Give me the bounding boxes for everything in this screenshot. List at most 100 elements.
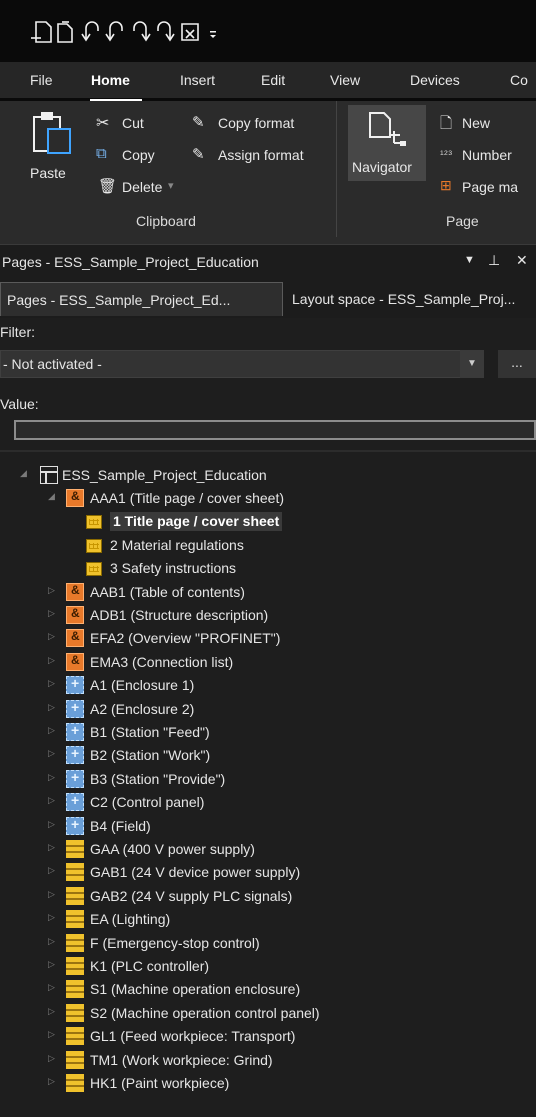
tree-node[interactable]: ▷ ADB1 (Structure description) <box>0 604 536 627</box>
new-page-icon[interactable] <box>31 21 52 43</box>
tree-node-label: S2 (Machine operation control panel) <box>90 1004 320 1021</box>
tree-node[interactable]: ▷ GAB2 (24 V supply PLC signals) <box>0 885 536 908</box>
tree-page-item[interactable]: 3 Safety instructions <box>0 557 536 580</box>
dropdown-icon[interactable]: ▼ <box>464 254 475 266</box>
tree-node[interactable]: ▷ S2 (Machine operation control panel) <box>0 1002 536 1025</box>
tree-page-item[interactable]: 1 Title page / cover sheet <box>0 510 536 533</box>
tree-node[interactable]: ▷ EMA3 (Connection list) <box>0 651 536 674</box>
pin-icon[interactable]: ⊥ <box>488 252 500 269</box>
filter-more-button[interactable]: ... <box>498 350 536 378</box>
expand-icon[interactable]: ▷ <box>48 772 58 783</box>
tree-node-label: F (Emergency-stop control) <box>90 934 260 951</box>
expand-icon[interactable]: ▷ <box>48 608 58 619</box>
paste-icon <box>33 112 71 154</box>
paste-button[interactable]: Paste <box>20 107 80 187</box>
group-divider <box>336 101 337 237</box>
navigator-icon <box>369 112 406 146</box>
trash-icon: 🗑 <box>98 178 118 195</box>
expand-icon[interactable]: ▷ <box>48 748 58 759</box>
tab-edit[interactable]: Edit <box>261 72 285 88</box>
tree-node[interactable]: ▷ GAB1 (24 V device power supply) <box>0 861 536 884</box>
tab-devices[interactable]: Devices <box>410 72 460 88</box>
function-yellow-icon <box>66 840 84 858</box>
tree-node[interactable]: ▷ B4 (Field) <box>0 815 536 838</box>
expand-icon[interactable]: ▷ <box>48 585 58 596</box>
tree-node[interactable]: ▷ B1 (Station "Feed") <box>0 721 536 744</box>
tree-node[interactable]: ▷ C2 (Control panel) <box>0 791 536 814</box>
tree-node[interactable]: ▷ AAB1 (Table of contents) <box>0 581 536 604</box>
copy-format-button[interactable]: ✎ Copy format <box>192 113 332 135</box>
tree-node[interactable]: ▷ A1 (Enclosure 1) <box>0 674 536 697</box>
collapse-icon[interactable]: ◢ <box>48 491 58 502</box>
tree-node[interactable]: ▷ TM1 (Work workpiece: Grind) <box>0 1049 536 1072</box>
new-page-button[interactable]: 🗋 New <box>440 113 536 135</box>
tree-node[interactable]: ▷ S1 (Machine operation enclosure) <box>0 978 536 1001</box>
redo-icon[interactable] <box>133 21 151 42</box>
tree-node[interactable]: ▷ GL1 (Feed workpiece: Transport) <box>0 1025 536 1048</box>
expand-icon[interactable]: ▷ <box>48 795 58 806</box>
tree-page-item[interactable]: 2 Material regulations <box>0 534 536 557</box>
tree-root[interactable]: ◢ ESS_Sample_Project_Education <box>0 464 536 487</box>
form-icon[interactable] <box>181 23 199 41</box>
expand-icon[interactable]: ▷ <box>48 819 58 830</box>
expand-icon[interactable]: ▷ <box>48 936 58 947</box>
project-icon <box>40 466 58 484</box>
undo-alt-icon[interactable] <box>105 21 123 42</box>
expand-icon[interactable]: ▷ <box>48 959 58 970</box>
navigator-button[interactable]: Navigator <box>348 105 426 181</box>
redo-alt-icon[interactable] <box>157 21 175 42</box>
assign-format-button[interactable]: ✎ Assign format <box>192 145 342 167</box>
tree-node[interactable]: ▷ GAA (400 V power supply) <box>0 838 536 861</box>
close-icon[interactable]: ✕ <box>516 252 528 269</box>
tab-view[interactable]: View <box>330 72 360 88</box>
chevron-down-icon[interactable]: ▼ <box>460 350 484 378</box>
expand-icon[interactable]: ▷ <box>48 842 58 853</box>
expand-icon[interactable]: ▷ <box>48 982 58 993</box>
copy-page-icon[interactable] <box>57 21 73 43</box>
tree-node[interactable]: ▷ HK1 (Paint workpiece) <box>0 1072 536 1095</box>
expand-icon[interactable]: ▷ <box>48 678 58 689</box>
delete-button[interactable]: 🗑 Delete ▾ <box>96 177 186 199</box>
tab-insert[interactable]: Insert <box>180 72 215 88</box>
tab-file[interactable]: File <box>30 72 53 88</box>
cut-button[interactable]: ✂ Cut <box>96 113 176 135</box>
tab-connections[interactable]: Co <box>510 72 528 88</box>
expand-icon[interactable]: ▷ <box>48 655 58 666</box>
collapse-icon[interactable]: ◢ <box>20 468 30 479</box>
tree-node[interactable]: ▷ F (Emergency-stop control) <box>0 932 536 955</box>
expand-icon[interactable]: ▷ <box>48 865 58 876</box>
filter-select[interactable]: - Not activated - <box>0 350 484 378</box>
undo-icon[interactable] <box>81 21 99 42</box>
tab-home[interactable]: Home <box>91 72 130 88</box>
page-macro-button[interactable]: ⊞ Page ma <box>440 177 536 199</box>
expand-icon[interactable]: ▷ <box>48 912 58 923</box>
number-button[interactable]: ₁₂₃ Number <box>440 145 536 167</box>
expand-icon[interactable]: ▷ <box>48 631 58 642</box>
expand-icon[interactable]: ▷ <box>48 1006 58 1017</box>
tree-node[interactable]: ▷ B3 (Station "Provide") <box>0 768 536 791</box>
tree-node-label: A1 (Enclosure 1) <box>90 677 195 694</box>
page-tree: ◢ ESS_Sample_Project_Education ◢ AAA1 (Ti… <box>0 450 536 1117</box>
tree-node[interactable]: ▷ K1 (PLC controller) <box>0 955 536 978</box>
chevron-down-icon: ▾ <box>168 180 174 192</box>
expand-icon[interactable]: ▷ <box>48 1053 58 1064</box>
quick-access-toolbar <box>0 0 536 62</box>
expand-icon[interactable]: ▷ <box>48 725 58 736</box>
customize-icon[interactable] <box>210 31 216 38</box>
tab-pages[interactable]: Pages - ESS_Sample_Project_Ed... <box>0 282 283 316</box>
structure-orange-icon <box>66 652 84 671</box>
tree-node[interactable]: ▷ B2 (Station "Work") <box>0 744 536 767</box>
tree-node[interactable]: ▷ A2 (Enclosure 2) <box>0 698 536 721</box>
copy-button[interactable]: ⧉ Copy <box>96 145 176 167</box>
tab-layout-space[interactable]: Layout space - ESS_Sample_Proj... <box>286 282 536 316</box>
tree-node-label: TM1 (Work workpiece: Grind) <box>90 1051 273 1068</box>
function-yellow-icon <box>66 957 84 975</box>
tree-node[interactable]: ▷ EFA2 (Overview "PROFINET") <box>0 627 536 650</box>
value-field[interactable] <box>14 420 536 440</box>
expand-icon[interactable]: ▷ <box>48 1076 58 1087</box>
tree-node[interactable]: ◢ AAA1 (Title page / cover sheet) <box>0 487 536 510</box>
expand-icon[interactable]: ▷ <box>48 1029 58 1040</box>
tree-node[interactable]: ▷ EA (Lighting) <box>0 908 536 931</box>
expand-icon[interactable]: ▷ <box>48 702 58 713</box>
expand-icon[interactable]: ▷ <box>48 889 58 900</box>
